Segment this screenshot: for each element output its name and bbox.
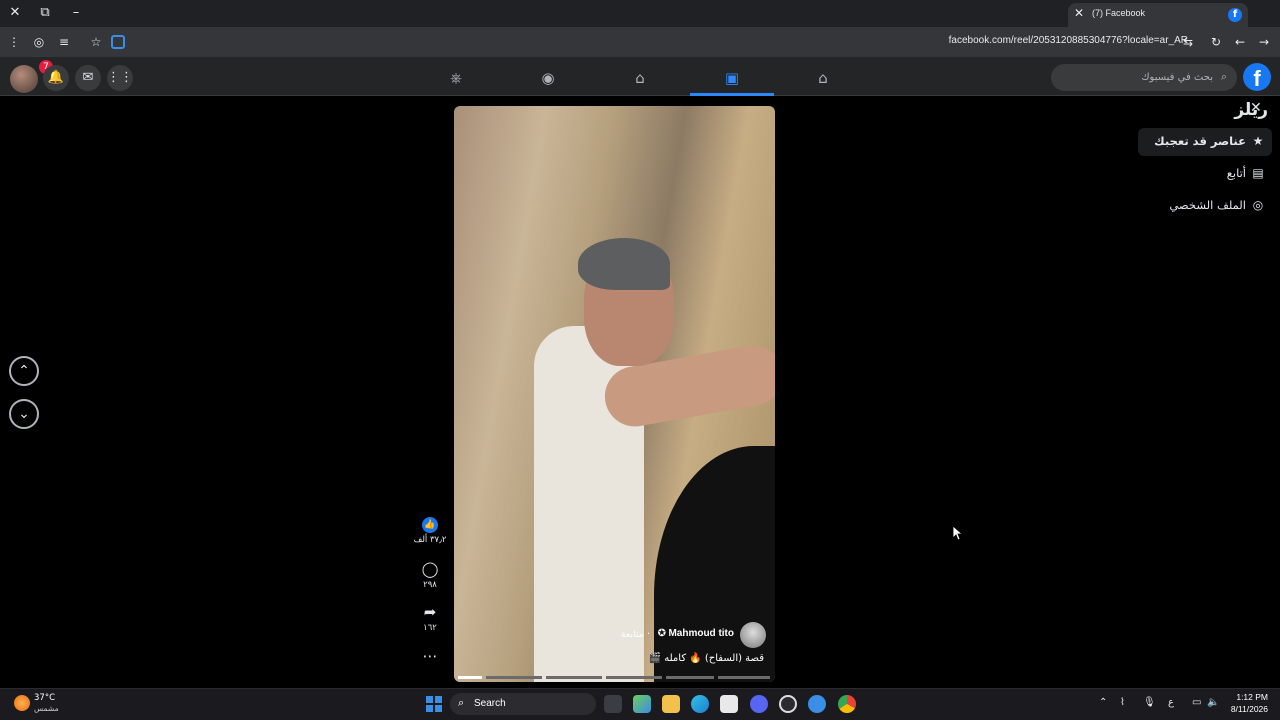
star-icon: ★: [1252, 134, 1264, 148]
reels-icon[interactable]: ▣: [722, 68, 742, 88]
sidebar-item-for-you[interactable]: ★ عناصر قد تعجبك: [1138, 128, 1272, 156]
facebook-favicon-icon: f: [1228, 8, 1242, 22]
previous-reel-button[interactable]: ⌃: [9, 356, 39, 386]
profile-icon: ◎: [1252, 198, 1264, 212]
network-icon[interactable]: ⌇: [1120, 697, 1125, 708]
comment-action[interactable]: ◯ ٢٩٨: [412, 560, 448, 590]
star-icon[interactable]: ☆: [88, 34, 104, 50]
account-avatar[interactable]: [10, 65, 38, 93]
comment-count: ٢٩٨: [423, 580, 437, 590]
follow-button[interactable]: · متابعة: [621, 629, 650, 640]
menu-icon[interactable]: ⋮: [6, 34, 22, 50]
like-icon[interactable]: 👍: [422, 517, 438, 533]
restore-window-icon[interactable]: ⧉: [35, 4, 55, 22]
store-icon[interactable]: [720, 695, 738, 713]
clock-date: 8/11/2026: [1230, 704, 1268, 714]
reload-icon[interactable]: ↻: [1208, 34, 1224, 50]
taskbar-clock[interactable]: 1:12 PM 8/11/2026: [1231, 691, 1268, 715]
url-text[interactable]: facebook.com/reel/2053120885304776?local…: [949, 35, 1188, 46]
chrome-icon[interactable]: [838, 695, 856, 713]
share-icon[interactable]: ➦: [421, 603, 439, 621]
reel-video[interactable]: [454, 106, 775, 682]
share-count: ١٦٢: [423, 623, 437, 633]
page-title: ريلز: [1234, 100, 1268, 120]
search-box[interactable]: ⌕: [1051, 64, 1237, 91]
volume-icon[interactable]: 🔈: [1207, 697, 1219, 708]
mouse-cursor-icon: [952, 525, 964, 541]
wifi-icon[interactable]: ▭: [1192, 697, 1201, 708]
home-icon[interactable]: ⌂: [813, 68, 833, 88]
weather-temperature[interactable]: 37°C: [34, 693, 55, 703]
reading-list-icon[interactable]: ≡: [56, 34, 72, 50]
share-action[interactable]: ➦ ١٦٢: [412, 603, 448, 633]
widgets-app-icon[interactable]: [633, 695, 651, 713]
tab-title: (7) Facebook: [1092, 8, 1146, 18]
search-icon: ⌕: [458, 696, 465, 709]
profile-icon[interactable]: ◎: [31, 34, 47, 50]
sidebar-item-label: أتابع: [1226, 166, 1246, 180]
groups-icon[interactable]: ◉: [538, 68, 558, 88]
weather-icon[interactable]: [14, 695, 30, 711]
start-button-icon[interactable]: [426, 696, 442, 712]
author-avatar[interactable]: [740, 622, 766, 648]
verified-icon: ✪: [657, 628, 666, 639]
close-window-icon[interactable]: ✕: [5, 4, 25, 22]
browser-tab[interactable]: ✕ (7) Facebook f: [1068, 3, 1248, 27]
sidebar-item-following[interactable]: ▤ أتابع: [1138, 160, 1272, 188]
sidebar-item-profile[interactable]: ◎ الملف الشخصي: [1138, 192, 1272, 220]
taskbar-search[interactable]: ⌕ Search: [450, 693, 596, 715]
taskbar-search-label: Search: [474, 698, 506, 709]
video-progress-bar[interactable]: [458, 676, 770, 679]
sidebar-item-label: عناصر قد تعجبك: [1154, 134, 1246, 148]
tab-close-icon[interactable]: ✕: [1074, 6, 1084, 20]
next-reel-button[interactable]: ⌄: [9, 399, 39, 429]
menu-grid-icon[interactable]: ⋮⋮: [107, 65, 133, 91]
sidebar-item-label: الملف الشخصي: [1169, 198, 1246, 212]
search-icon: ⌕: [1220, 70, 1227, 83]
facebook-logo[interactable]: f: [1243, 63, 1271, 91]
video-frame-shape: [578, 238, 670, 290]
marketplace-icon[interactable]: ⌂: [630, 68, 650, 88]
reel-author-row: Mahmoud tito ✪ · متابعة: [600, 622, 768, 648]
browser-app-icon[interactable]: [808, 695, 826, 713]
forward-icon[interactable]: →: [1256, 34, 1272, 50]
author-name[interactable]: Mahmoud tito: [668, 628, 734, 639]
reel-caption[interactable]: قصة (السفاح) 🔥 كامله 🎬: [649, 653, 764, 664]
more-icon[interactable]: ⋯: [421, 647, 439, 665]
browser-tabstrip: ✕ ⧉ – + ✕ (7) Facebook f: [0, 0, 1280, 27]
comment-icon[interactable]: ◯: [421, 560, 439, 578]
back-icon[interactable]: ←: [1232, 34, 1248, 50]
app-icon[interactable]: [779, 695, 797, 713]
notifications-bell-icon[interactable]: 🔔: [43, 65, 69, 91]
following-icon: ▤: [1252, 166, 1264, 180]
extension-icon[interactable]: [111, 35, 125, 49]
task-view-icon[interactable]: [604, 695, 622, 713]
site-settings-icon[interactable]: ⇆: [1180, 34, 1196, 50]
messenger-icon[interactable]: ✉: [75, 65, 101, 91]
search-input[interactable]: [1063, 68, 1213, 86]
address-bar-row: ⋮ ◎ ≡ ☆ facebook.com/reel/20531208853047…: [0, 27, 1280, 57]
gaming-icon[interactable]: ⎈: [446, 68, 466, 88]
like-count: ٣٧٫٢ ألف: [413, 535, 447, 545]
active-nav-indicator: [690, 93, 774, 96]
microphone-icon[interactable]: 🎙: [1143, 697, 1156, 708]
language-indicator[interactable]: ع: [1168, 697, 1174, 708]
tray-overflow-icon[interactable]: ⌃: [1099, 697, 1107, 708]
discord-icon[interactable]: [750, 695, 768, 713]
edge-icon[interactable]: [691, 695, 709, 713]
weather-description: مشمس: [34, 704, 59, 713]
file-explorer-icon[interactable]: [662, 695, 680, 713]
like-action[interactable]: 👍 ٣٧٫٢ ألف: [412, 517, 448, 545]
clock-time: 1:12 PM: [1236, 692, 1268, 702]
more-options[interactable]: ⋯: [412, 647, 448, 665]
minimize-window-icon[interactable]: –: [66, 4, 86, 22]
